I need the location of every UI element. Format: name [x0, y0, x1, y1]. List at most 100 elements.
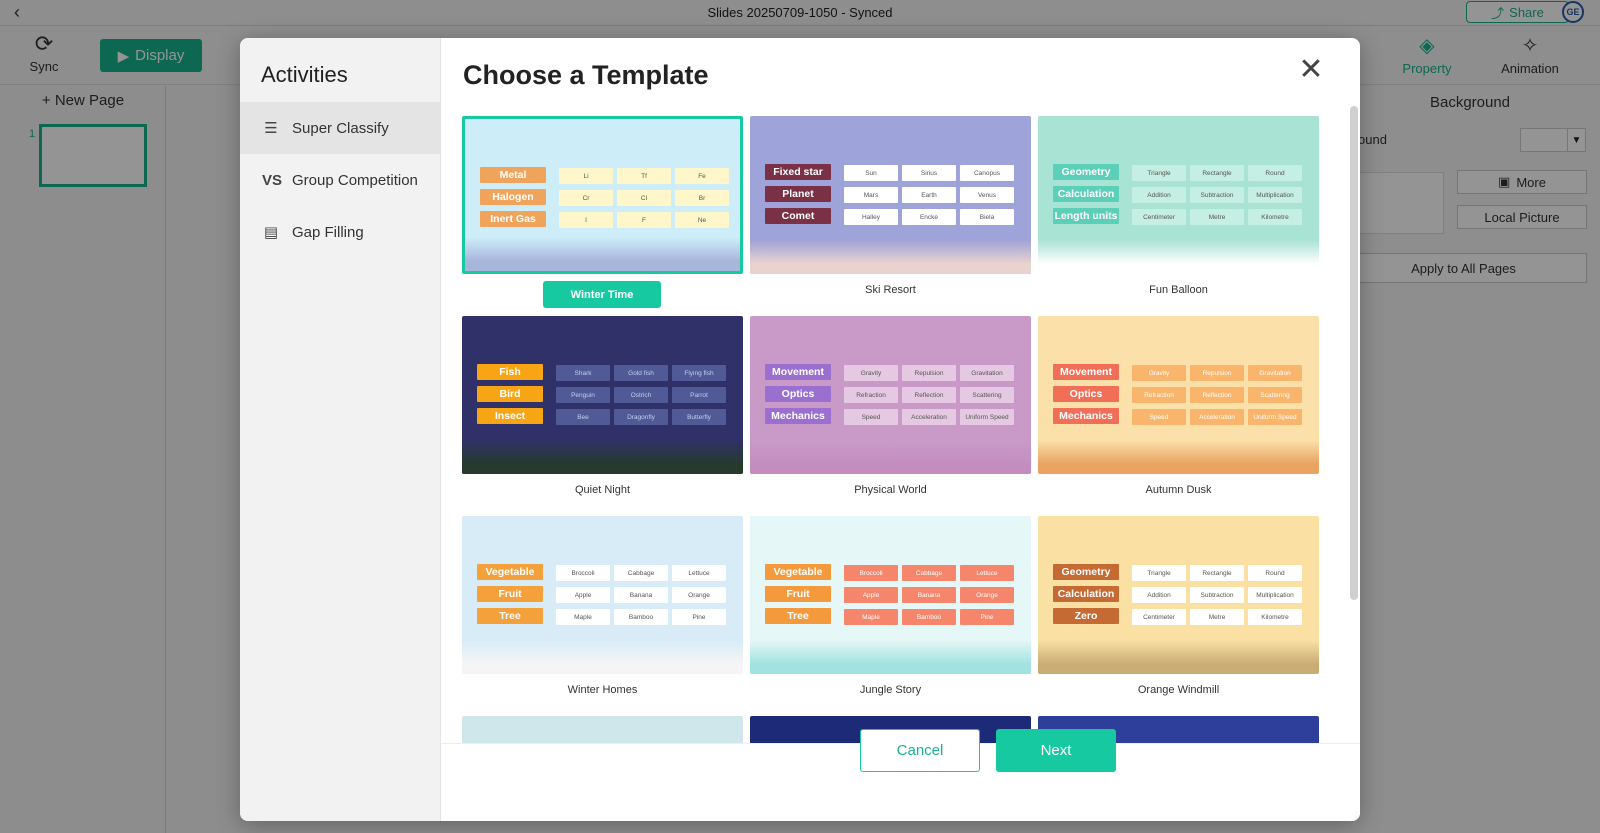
item-cell: Gravity [1132, 365, 1186, 381]
category-chip: Comet [765, 208, 831, 224]
item-grid: Shark Gold fish Flying fish Penguin Ostrich P… [556, 365, 728, 425]
template-thumbnail[interactable]: Vegetable Fruit Tree Broccoli Cabbage Lettuce… [750, 516, 1031, 674]
item-cell: Pine [960, 609, 1014, 625]
item-cell: Reflection [902, 387, 956, 403]
template-scenery [462, 640, 743, 674]
item-cell: Li [559, 168, 613, 184]
item-cell: Repulsion [902, 365, 956, 381]
item-cell: Acceleration [902, 409, 956, 425]
category-chip: Movement [1053, 364, 1119, 380]
close-icon[interactable]: ✕ [1296, 52, 1326, 87]
template-scenery [465, 237, 740, 271]
category-column: Fixed star Planet Comet [765, 164, 831, 230]
activity-item-1[interactable]: ☰ Super Classify [240, 102, 441, 154]
item-grid: Broccoli Cabbage Lettuce Apple Banana Orange M… [556, 565, 728, 625]
item-cell: Banana [902, 587, 956, 603]
item-cell: Butterfly [672, 409, 726, 425]
template-thumbnail[interactable]: Geometry Calculation Length units Triangle R… [1038, 116, 1319, 274]
category-column: Movement Optics Mechanics [1053, 364, 1119, 430]
item-cell: Biela [960, 209, 1014, 225]
next-button[interactable]: Next [996, 729, 1116, 772]
category-chip: Calculation [1053, 186, 1119, 202]
category-column: Vegetable Fruit Tree [765, 564, 831, 630]
item-cell: Round [1248, 565, 1302, 581]
template-thumbnail[interactable]: Vegetable Fruit Tree Broccoli Cabbage Lettuce… [462, 516, 743, 674]
activity-label: Gap Filling [292, 223, 364, 241]
category-chip: Halogen [480, 189, 546, 205]
template-scenery [1038, 240, 1319, 274]
category-chip: Calculation [1053, 586, 1119, 602]
category-chip: Geometry [1053, 564, 1119, 580]
item-cell: Sirius [902, 165, 956, 181]
template-scenery [750, 440, 1031, 474]
item-cell: Bee [556, 409, 610, 425]
category-chip: Fixed star [765, 164, 831, 180]
item-cell: Orange [960, 587, 1014, 603]
category-column: Geometry Calculation Zero [1053, 564, 1119, 630]
item-cell: F [617, 212, 671, 228]
item-cell: Venus [960, 187, 1014, 203]
activity-item-3[interactable]: ▤ Gap Filling [240, 206, 441, 258]
template-thumbnail[interactable]: Fixed star Planet Comet Sun Sirius Canopus Mar… [750, 116, 1031, 274]
item-cell: Subtraction [1190, 587, 1244, 603]
template-scenery [462, 440, 743, 474]
item-cell: Tf [617, 168, 671, 184]
category-column: Vegetable Fruit Tree [477, 564, 543, 630]
category-chip: Vegetable [477, 564, 543, 580]
item-cell: Apple [556, 587, 610, 603]
category-chip: Inert Gas [480, 211, 546, 227]
category-chip: Optics [765, 386, 831, 402]
item-cell: Gravitation [960, 365, 1014, 381]
template-thumbnail[interactable]: Movement Optics Mechanics Gravity Repulsion G… [750, 316, 1031, 474]
item-cell: Metre [1190, 609, 1244, 625]
item-cell: Round [1248, 165, 1302, 181]
item-cell: Cl [617, 190, 671, 206]
template-scenery [750, 240, 1031, 274]
item-cell: Kilometre [1248, 609, 1302, 625]
activities-sidebar: Activities ☰ Super Classify VS Group Compet… [240, 38, 441, 821]
item-cell: Fe [675, 168, 729, 184]
category-chip: Mechanics [765, 408, 831, 424]
template-thumbnail[interactable]: Fish Bird Insect Shark Gold fish Flying fish P… [462, 316, 743, 474]
item-grid: Li Tf Fe Cr Cl Br I F Ne [559, 168, 731, 228]
item-cell: Scattering [1248, 387, 1302, 403]
template-scenery [750, 640, 1031, 674]
item-cell: Gravitation [1248, 365, 1302, 381]
item-cell: Rectangle [1190, 565, 1244, 581]
item-cell: Flying fish [672, 365, 726, 381]
item-cell: Reflection [1190, 387, 1244, 403]
category-chip: Optics [1053, 386, 1119, 402]
choose-template-dialog: Activities ☰ Super Classify VS Group Compet… [240, 38, 1360, 821]
category-column: Fish Bird Insect [477, 364, 543, 430]
cancel-button[interactable]: Cancel [860, 729, 980, 772]
item-cell: Dragonfly [614, 409, 668, 425]
activity-label: Group Competition [292, 171, 418, 189]
item-cell: Halley [844, 209, 898, 225]
activity-item-2[interactable]: VS Group Competition [240, 154, 441, 206]
item-cell: Cr [559, 190, 613, 206]
category-chip: Length units [1053, 208, 1119, 224]
item-cell: Acceleration [1190, 409, 1244, 425]
template-thumbnail[interactable]: Movement Optics Mechanics Gravity Repulsion G… [1038, 316, 1319, 474]
item-cell: Banana [614, 587, 668, 603]
item-cell: Lettuce [672, 565, 726, 581]
template-thumbnail[interactable] [462, 716, 743, 743]
template-thumbnail[interactable]: Metal Halogen Inert Gas Li Tf Fe Cr Cl Br I F Ne [462, 116, 743, 274]
category-chip: Planet [765, 186, 831, 202]
category-chip: Tree [765, 608, 831, 624]
item-cell: Addition [1132, 187, 1186, 203]
item-cell: Bamboo [614, 609, 668, 625]
template-name: Jungle Story [859, 684, 922, 696]
list-icon: ☰ [264, 120, 278, 137]
category-chip: Metal [480, 167, 546, 183]
item-cell: Scattering [960, 387, 1014, 403]
item-cell: Bamboo [902, 609, 956, 625]
activities-title: Activities [261, 62, 348, 87]
template-thumbnail[interactable]: Geometry Calculation Zero Triangle Rectangle… [1038, 516, 1319, 674]
item-cell: Encke [902, 209, 956, 225]
item-cell: Gold fish [614, 365, 668, 381]
template-scenery [1038, 440, 1319, 474]
template-scrollbar[interactable] [1350, 106, 1358, 600]
template-scenery [1038, 640, 1319, 674]
gap-fill-icon: ▤ [263, 224, 279, 241]
